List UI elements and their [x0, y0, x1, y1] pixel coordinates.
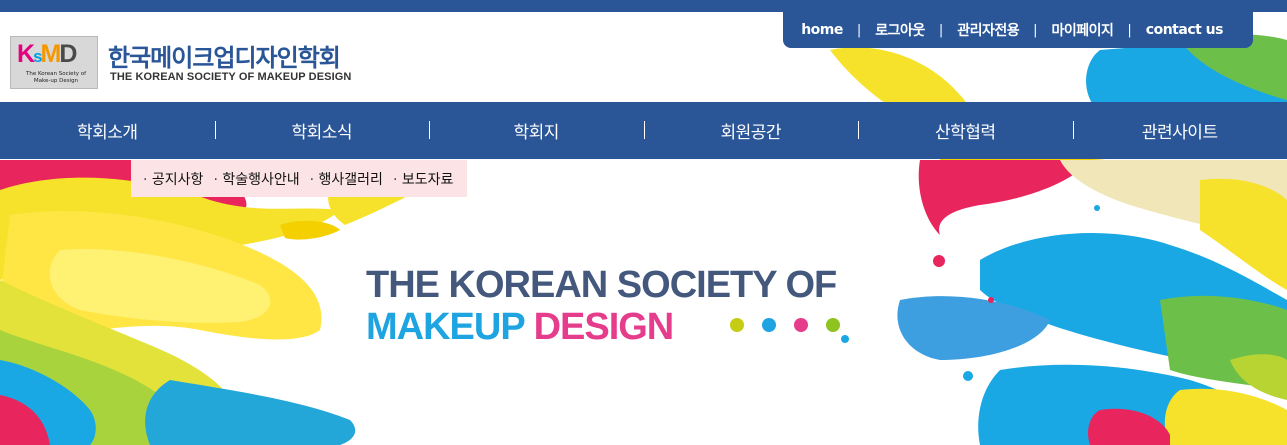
nav-item-news[interactable]: 학회소식 [214, 118, 430, 143]
home-link[interactable]: home [787, 22, 857, 38]
logo-caption: The Korean Society of Make-up Design [25, 71, 87, 84]
sub-nav: 공지사항 학술행사안내 행사갤러리 보도자료 [131, 160, 468, 197]
hero-dot [826, 318, 840, 332]
utility-nav: home | 로그아웃 | 관리자전용 | 마이페이지 | contact us [783, 12, 1253, 48]
site-logo[interactable]: KsMD The Korean Society of Make-up Design [10, 36, 98, 89]
nav-item-related-sites[interactable]: 관련사이트 [1072, 118, 1287, 143]
nav-item-about[interactable]: 학회소개 [0, 118, 215, 143]
hero-dot [794, 318, 808, 332]
sub-item-notices[interactable]: 공지사항 [139, 169, 209, 189]
sub-item-press[interactable]: 보도자료 [389, 169, 459, 189]
sub-item-academic-events[interactable]: 학술행사안내 [209, 169, 305, 189]
hero-title-line1: THE KOREAN SOCIETY OF [366, 264, 837, 306]
sub-item-event-gallery[interactable]: 행사갤러리 [306, 169, 389, 189]
hero-title-line2: MAKEUP DESIGN [366, 306, 675, 349]
nav-item-industry[interactable]: 산학협력 [858, 118, 1073, 143]
site-title[interactable]: 한국메이크업디자인학회 [108, 38, 341, 73]
hero-word-design: DESIGN [533, 306, 675, 348]
nav-item-journal[interactable]: 학회지 [429, 118, 644, 143]
logout-link[interactable]: 로그아웃 [861, 20, 939, 40]
top-stripe [0, 0, 1287, 12]
contact-us-link[interactable]: contact us [1132, 22, 1237, 38]
nav-item-members[interactable]: 회원공간 [643, 118, 859, 143]
site-subtitle: THE KOREAN SOCIETY OF MAKEUP DESIGN [110, 71, 352, 83]
admin-link[interactable]: 관리자전용 [943, 20, 1033, 40]
hero-dot [762, 318, 776, 332]
main-nav: 학회소개 학회소식 학회지 회원공간 산학협력 관련사이트 [0, 102, 1287, 159]
hero-dot [730, 318, 744, 332]
hero-word-makeup: MAKEUP [366, 306, 525, 348]
hero-dots [730, 318, 840, 332]
mypage-link[interactable]: 마이페이지 [1038, 20, 1128, 40]
logo-mark: KsMD [17, 40, 77, 68]
